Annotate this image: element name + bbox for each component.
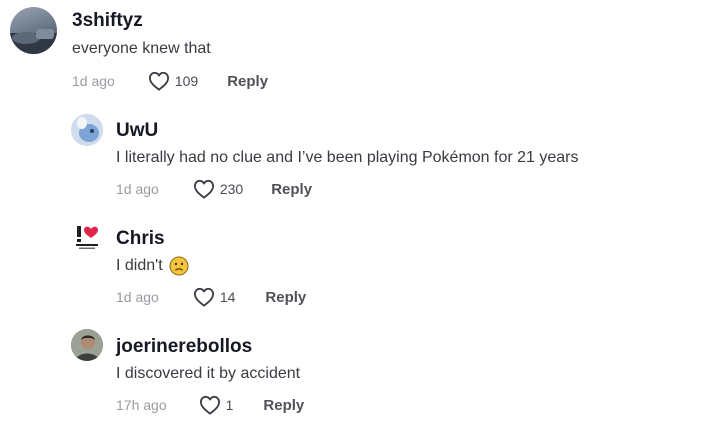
- comment-username[interactable]: joerinerebollos: [116, 336, 252, 358]
- like-button[interactable]: 109: [148, 71, 198, 91]
- comment-text: everyone knew that: [72, 40, 211, 57]
- comment-timestamp: 1d ago: [72, 73, 115, 89]
- avatar[interactable]: [10, 7, 57, 54]
- heart-icon: [193, 179, 214, 199]
- comment-text: I discovered it by accident: [116, 365, 301, 382]
- reply-button[interactable]: Reply: [227, 73, 268, 90]
- avatar-photo-icon: [10, 29, 57, 54]
- like-count: 1: [225, 397, 234, 413]
- avatar-cartoon-icon: [71, 114, 103, 146]
- avatar[interactable]: [71, 222, 103, 254]
- like-count: 109: [174, 73, 199, 89]
- avatar[interactable]: [71, 114, 103, 146]
- avatar-i-heart-logo-icon: [76, 226, 98, 249]
- comment-timestamp: 1d ago: [116, 181, 159, 197]
- comment-timestamp: 1d ago: [116, 289, 159, 305]
- like-button[interactable]: 230: [193, 179, 243, 199]
- comment-username[interactable]: 3shiftyz: [72, 10, 143, 32]
- like-count: 230: [219, 181, 244, 197]
- comment-username[interactable]: Chris: [116, 228, 165, 250]
- heart-icon: [199, 395, 220, 415]
- reply-button[interactable]: Reply: [271, 181, 312, 198]
- heart-icon: [193, 287, 214, 307]
- avatar[interactable]: [71, 329, 103, 361]
- comment-text-row: I didn't: [116, 256, 189, 276]
- comment-username[interactable]: UwU: [116, 120, 158, 142]
- like-button[interactable]: 14: [193, 287, 236, 307]
- comment-text: I didn't: [116, 257, 163, 274]
- like-count: 14: [219, 289, 236, 305]
- comment-text: I literally had no clue and I’ve been pl…: [116, 149, 579, 166]
- reply-button[interactable]: Reply: [265, 289, 306, 306]
- reply-button[interactable]: Reply: [263, 397, 304, 414]
- comment-timestamp: 17h ago: [116, 397, 167, 413]
- heart-icon: [148, 71, 169, 91]
- like-button[interactable]: 1: [199, 395, 234, 415]
- avatar-photo-icon: [71, 329, 103, 361]
- slightly-frowning-face-icon: [169, 256, 189, 276]
